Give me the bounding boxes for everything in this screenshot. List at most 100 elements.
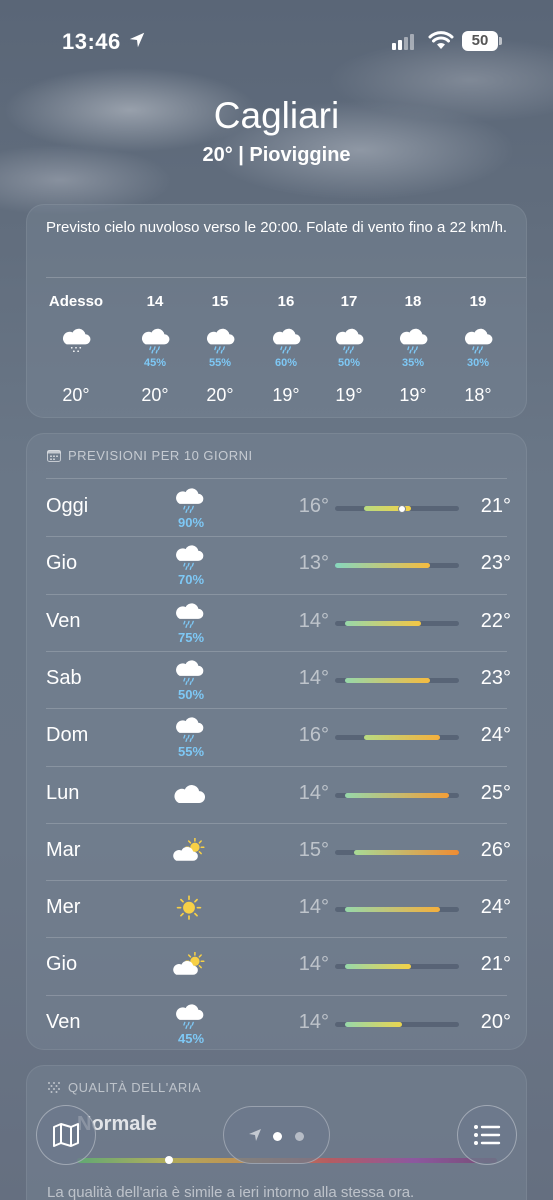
hour-label: 15 xyxy=(211,293,229,310)
row-divider xyxy=(46,650,507,652)
temperature-range-fill xyxy=(344,1021,402,1027)
page-dot xyxy=(295,1132,304,1141)
temperature-range-fill xyxy=(354,849,459,855)
hour-temperature: 20° xyxy=(206,385,234,405)
temperature-range-bar xyxy=(335,964,459,970)
hourly-item: 18 35% 19° xyxy=(383,293,443,406)
max-temperature: 22° xyxy=(480,609,511,632)
max-temperature: 20° xyxy=(480,1010,511,1033)
air-quality-indicator xyxy=(165,1156,173,1164)
day-row[interactable]: Gio 70% 13° 23° xyxy=(27,536,528,593)
temperature-range-bar xyxy=(335,504,459,513)
day-name: Sab xyxy=(46,666,82,689)
cloud-rain-icon xyxy=(172,487,212,517)
temperature-range-bar xyxy=(335,735,459,741)
calendar-icon xyxy=(47,450,61,462)
temperature-range-bar xyxy=(335,620,459,626)
precipitation-chance: 60% xyxy=(274,357,298,369)
day-row[interactable]: Oggi 90% 16° 21° xyxy=(27,479,528,536)
hour-label: 19 xyxy=(469,293,487,310)
battery-tip xyxy=(499,37,502,45)
page-dot-active xyxy=(273,1132,282,1141)
city-name: Cagliari xyxy=(213,95,340,136)
battery-icon: 50 xyxy=(462,31,498,51)
max-temperature: 23° xyxy=(480,666,511,689)
page-indicator[interactable] xyxy=(223,1106,330,1164)
daily-forecast-card[interactable]: PREVISIONI PER 10 GIORNI Oggi 90% 16° 21° Gi… xyxy=(26,433,527,1050)
day-name: Oggi xyxy=(46,495,89,517)
map-icon xyxy=(53,1123,79,1147)
day-name: Ven xyxy=(46,1010,81,1033)
hourly-forecast-card[interactable]: Previsto cielo nuvoloso verso le 20:00. … xyxy=(26,204,527,418)
precipitation-chance: 70% xyxy=(177,572,205,588)
day-name: Gio xyxy=(46,953,78,976)
air-quality-header: QUALITÀ DELL'ARIA xyxy=(47,1080,201,1095)
cloud-rain-icon xyxy=(172,659,212,689)
day-row[interactable]: Ven 75% 14° 22° xyxy=(27,594,528,651)
temperature-range-bar xyxy=(335,792,459,798)
day-row[interactable]: Ven 45% 14° 20° xyxy=(27,995,528,1052)
hour-temperature: 20° xyxy=(62,385,90,405)
max-temperature: 24° xyxy=(480,896,511,919)
precipitation-chance: 45% xyxy=(143,357,167,369)
partly-sunny-icon xyxy=(172,837,212,868)
temperature-range-fill xyxy=(335,563,431,569)
temperature-range-fill xyxy=(344,964,412,970)
current-location-icon xyxy=(249,1129,261,1141)
day-row[interactable]: Sab 50% 14° 23° xyxy=(27,651,528,708)
hourly-item: 17 50% 19° xyxy=(319,293,379,406)
cloud-rain-icon xyxy=(172,716,212,746)
day-row[interactable]: Gio 14° 21° xyxy=(27,937,528,994)
temperature-range-bar xyxy=(335,1021,459,1027)
min-temperature: 14° xyxy=(298,666,329,689)
divider xyxy=(46,277,526,278)
day-row[interactable]: Mer 14° 24° xyxy=(27,880,528,937)
hourly-item: 15 55% 20° xyxy=(190,293,250,406)
min-temperature: 13° xyxy=(298,552,329,575)
day-row[interactable]: Dom 55% 16° 24° xyxy=(27,708,528,765)
row-divider xyxy=(46,536,507,538)
precipitation-chance: 50% xyxy=(337,357,361,369)
current-summary: 20° | Pioviggine xyxy=(202,144,351,166)
precipitation-chance: 55% xyxy=(177,744,205,760)
max-temperature: 26° xyxy=(480,838,511,861)
temperature-range-bar xyxy=(335,907,459,913)
hour-label: 18 xyxy=(404,293,422,310)
list-icon xyxy=(474,1125,501,1145)
temperature-range-bar xyxy=(335,849,459,855)
hourly-item: 16 60% 19° xyxy=(256,293,316,406)
cloud-rain-icon xyxy=(172,602,212,632)
row-divider xyxy=(46,478,507,479)
hourly-item: Adesso 20° xyxy=(31,293,121,406)
air-quality-title: QUALITÀ DELL'ARIA xyxy=(68,1080,202,1095)
temperature-range-fill xyxy=(344,677,431,683)
hour-label: 16 xyxy=(277,293,295,310)
precipitation-chance: 55% xyxy=(208,357,232,369)
city-list-button[interactable] xyxy=(457,1105,517,1165)
min-temperature: 15° xyxy=(298,838,329,861)
max-temperature: 23° xyxy=(480,552,511,575)
day-name: Ven xyxy=(46,609,81,632)
row-divider xyxy=(46,880,507,882)
min-temperature: 14° xyxy=(298,953,329,976)
hour-label: 14 xyxy=(146,293,164,310)
hour-temperature: 20° xyxy=(141,385,169,405)
day-row[interactable]: Mar 15° 26° xyxy=(27,823,528,880)
day-row[interactable]: Lun 14° 25° xyxy=(27,766,528,823)
location-arrow-icon xyxy=(129,32,145,48)
map-button[interactable] xyxy=(36,1105,96,1165)
sun-icon xyxy=(172,895,212,925)
air-quality-icon xyxy=(48,1081,60,1093)
day-name: Lun xyxy=(46,781,80,804)
status-bar: 13:46 50 xyxy=(0,0,553,80)
min-temperature: 14° xyxy=(298,781,329,804)
max-temperature: 24° xyxy=(480,724,511,747)
precipitation-chance: 75% xyxy=(177,629,205,645)
precipitation-chance: 35% xyxy=(401,357,425,369)
cloud-rain-icon xyxy=(172,544,212,574)
hour-temperature: 18° xyxy=(464,385,492,405)
min-temperature: 14° xyxy=(298,896,329,919)
current-temperature-marker xyxy=(397,504,406,513)
air-quality-text: La qualità dell'aria è simile a ieri int… xyxy=(47,1184,415,1200)
row-divider xyxy=(46,708,507,710)
